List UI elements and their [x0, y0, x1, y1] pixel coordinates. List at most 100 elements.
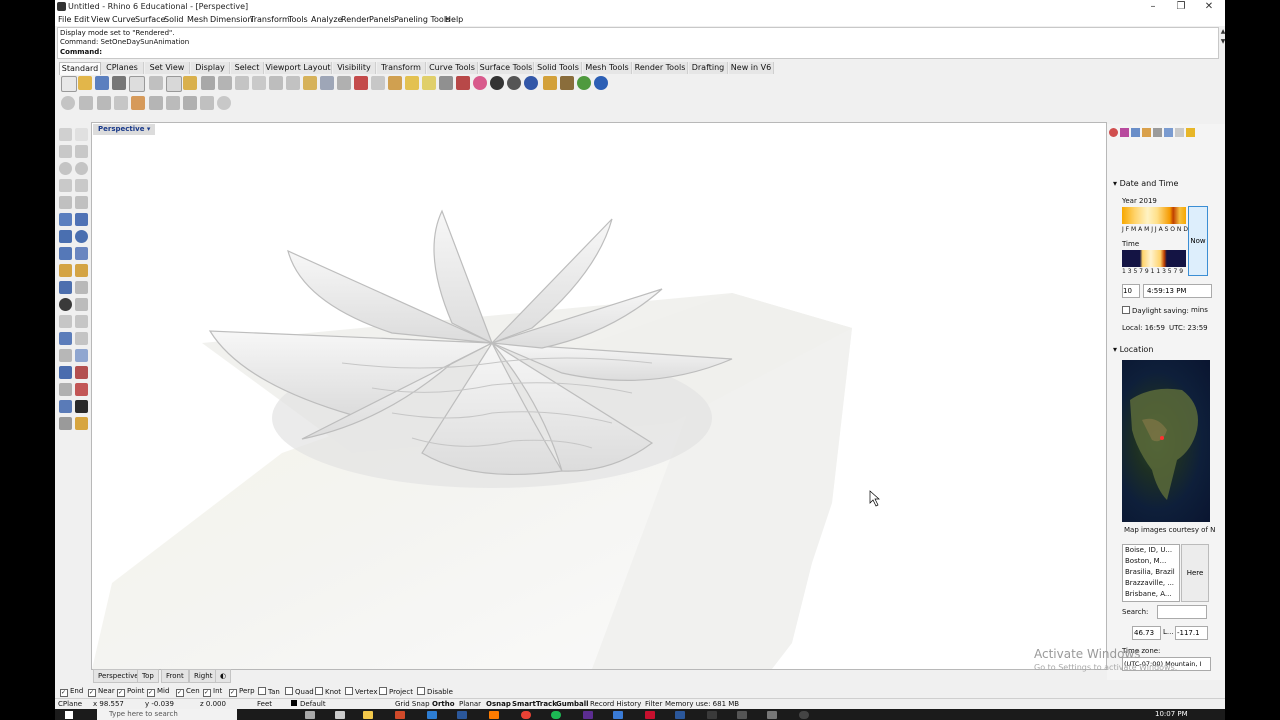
minimize-button[interactable]: –	[1139, 0, 1167, 14]
zoom-window-icon[interactable]	[269, 76, 283, 90]
paste-icon[interactable]	[183, 76, 197, 90]
help-icon[interactable]	[594, 76, 608, 90]
gear-icon[interactable]	[560, 76, 574, 90]
select-arrow-icon[interactable]	[59, 128, 72, 141]
checked-box-icon[interactable]: ✓	[88, 689, 96, 697]
open-file-icon[interactable]	[78, 76, 92, 90]
spotify-icon[interactable]	[551, 711, 561, 719]
unchecked-box-icon[interactable]	[417, 687, 425, 695]
tab-render-tools[interactable]: Render Tools	[633, 62, 688, 74]
checked-box-icon[interactable]: ✓	[117, 689, 125, 697]
menu-solid[interactable]: Solid	[164, 15, 184, 24]
city-list[interactable]: Boise, ID, U... Boston, M... Brasilia, B…	[1122, 544, 1180, 602]
transform-icon[interactable]	[59, 264, 72, 277]
latitude-input[interactable]: 46.73	[1132, 626, 1161, 640]
render-icon[interactable]	[524, 76, 538, 90]
sun-icon[interactable]	[543, 76, 557, 90]
zoom-icon[interactable]	[252, 76, 266, 90]
group-icon[interactable]	[59, 349, 72, 362]
layer-indicator[interactable]: Default	[291, 700, 326, 708]
location-map[interactable]	[1122, 360, 1210, 522]
menu-render[interactable]: Render	[341, 15, 369, 24]
check-icon[interactable]	[61, 96, 75, 110]
rotate-view-icon[interactable]	[235, 76, 249, 90]
time-slider[interactable]	[1122, 250, 1186, 267]
tab-transform[interactable]: Transform	[377, 62, 426, 74]
tab-set-view[interactable]: Set View	[145, 62, 190, 74]
photoshop-icon[interactable]	[427, 711, 437, 719]
save-icon[interactable]	[95, 76, 109, 90]
osnap-quad[interactable]: Quad	[285, 687, 314, 696]
checked-box-icon[interactable]: ✓	[229, 689, 237, 697]
layer-icon[interactable]	[59, 400, 72, 413]
cut-icon[interactable]	[149, 76, 163, 90]
toggle-osnap[interactable]: Osnap	[486, 700, 511, 708]
menu-edit[interactable]: Edit	[74, 15, 90, 24]
here-button[interactable]: Here	[1181, 544, 1209, 602]
tab-cplanes[interactable]: CPlanes	[101, 62, 144, 74]
measure-icon[interactable]	[75, 383, 88, 396]
boolean-icon[interactable]	[59, 281, 72, 294]
leaf-icon[interactable]	[183, 96, 197, 110]
taskbar-search[interactable]: Type here to search	[97, 709, 237, 720]
menu-surface[interactable]: Surface	[135, 15, 165, 24]
illustrator-icon[interactable]	[489, 711, 499, 719]
viewport-tab-top[interactable]: Top	[137, 669, 159, 683]
grasshopper-icon[interactable]	[577, 76, 591, 90]
menu-analyze[interactable]: Analyze	[311, 15, 343, 24]
osnap-vertex[interactable]: Vertex	[345, 687, 378, 696]
menu-mesh[interactable]: Mesh	[187, 15, 208, 24]
menu-file[interactable]: File	[58, 15, 71, 24]
unchecked-box-icon[interactable]	[379, 687, 387, 695]
grid-icon[interactable]	[59, 383, 72, 396]
osnap-tan[interactable]: Tan	[258, 687, 280, 696]
tab-solid-tools[interactable]: Solid Tools	[535, 62, 582, 74]
hide-icon[interactable]	[388, 76, 402, 90]
cplane-icon[interactable]	[354, 76, 368, 90]
funnel-icon[interactable]	[131, 96, 145, 110]
menu-transform[interactable]: Transform	[250, 15, 290, 24]
menu-panels[interactable]: Panels	[369, 15, 395, 24]
sphere-icon[interactable]	[75, 230, 88, 243]
viewport-tab-right[interactable]: Right	[189, 669, 218, 683]
extrude-icon[interactable]	[59, 247, 72, 260]
osnap-near[interactable]: ✓ Near	[88, 687, 115, 697]
menu-view[interactable]: View	[91, 15, 110, 24]
curve-icon[interactable]	[59, 179, 72, 192]
clock-app-icon[interactable]	[799, 711, 809, 719]
box-icon[interactable]	[114, 96, 128, 110]
tab-display[interactable]: Display	[191, 62, 230, 74]
split-icon[interactable]	[75, 315, 88, 328]
analyze-icon[interactable]	[75, 366, 88, 379]
osnap-point[interactable]: ✓ Point	[117, 687, 144, 697]
checked-box-icon[interactable]: ✓	[203, 689, 211, 697]
osnap-cen[interactable]: ✓ Cen	[176, 687, 200, 697]
named-view-icon[interactable]	[1164, 128, 1173, 137]
light-icon[interactable]	[75, 417, 88, 430]
new-file-icon[interactable]	[61, 76, 77, 92]
cylinder-icon[interactable]	[97, 96, 111, 110]
rhino6-active-icon[interactable]	[767, 711, 777, 719]
scale-icon[interactable]	[75, 349, 88, 362]
osnap-project[interactable]: Project	[379, 687, 413, 696]
toggle-grid-snap[interactable]: Grid Snap	[395, 700, 430, 708]
environment-icon[interactable]	[1131, 128, 1140, 137]
location-search-input[interactable]	[1157, 605, 1207, 619]
daylight-saving-checkbox[interactable]: Daylight saving:	[1122, 306, 1189, 315]
join-icon[interactable]	[75, 281, 88, 294]
checkmark-icon[interactable]	[75, 400, 88, 413]
text-icon[interactable]	[59, 332, 72, 345]
arc-icon[interactable]	[59, 196, 72, 209]
ellipse-icon[interactable]	[75, 162, 88, 175]
solid-box-icon[interactable]	[59, 230, 72, 243]
fillet-icon[interactable]	[75, 196, 88, 209]
unchecked-box-icon[interactable]	[315, 687, 323, 695]
toggle-filter[interactable]: Filter	[645, 700, 662, 708]
toggle-ortho[interactable]: Ortho	[432, 700, 455, 708]
viewport-label[interactable]: Perspective ▾	[93, 124, 156, 135]
cube-icon[interactable]	[149, 96, 163, 110]
menu-curve[interactable]: Curve	[112, 15, 136, 24]
show-icon[interactable]	[405, 76, 419, 90]
tab-drafting[interactable]: Drafting	[689, 62, 728, 74]
circle-icon[interactable]	[59, 162, 72, 175]
